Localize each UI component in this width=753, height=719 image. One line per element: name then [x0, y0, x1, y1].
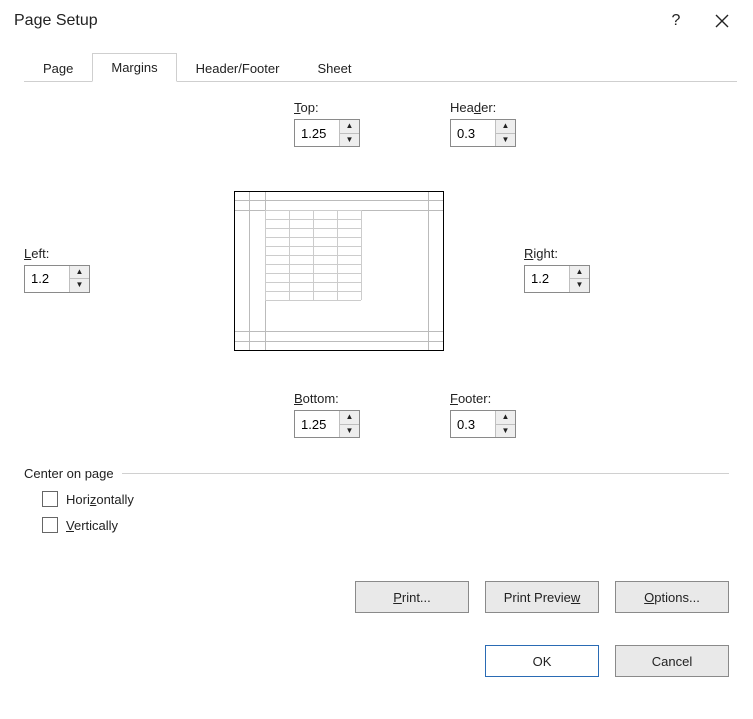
cancel-button[interactable]: Cancel: [615, 645, 729, 677]
label-left: Left:: [24, 246, 204, 261]
label-bottom: Bottom:: [294, 391, 360, 406]
checkbox-icon: [42, 517, 58, 533]
input-top[interactable]: [295, 120, 339, 146]
spin-top-down[interactable]: ▼: [340, 134, 359, 147]
print-preview-button[interactable]: Print Preview: [485, 581, 599, 613]
spin-header-up[interactable]: ▲: [496, 120, 515, 134]
input-left[interactable]: [25, 266, 69, 292]
tab-header-footer[interactable]: Header/Footer: [177, 54, 299, 82]
spin-left-down[interactable]: ▼: [70, 279, 89, 292]
tab-margins[interactable]: Margins: [92, 53, 176, 82]
spin-footer[interactable]: ▲▼: [450, 410, 516, 438]
check-vert-label: Vertically: [66, 518, 118, 533]
tab-sheet[interactable]: Sheet: [298, 54, 370, 82]
tab-bar: Page Margins Header/Footer Sheet: [24, 50, 737, 82]
check-vertically[interactable]: Vertically: [42, 517, 729, 533]
check-horizontally[interactable]: Horizontally: [42, 491, 729, 507]
spin-top[interactable]: ▲▼: [294, 119, 360, 147]
input-footer[interactable]: [451, 411, 495, 437]
input-header[interactable]: [451, 120, 495, 146]
center-legend: Center on page: [24, 466, 122, 481]
spin-footer-up[interactable]: ▲: [496, 411, 515, 425]
options-button[interactable]: Options...: [615, 581, 729, 613]
label-top: Top:: [294, 100, 360, 115]
label-header: Header:: [450, 100, 516, 115]
spin-right[interactable]: ▲▼: [524, 265, 590, 293]
input-right[interactable]: [525, 266, 569, 292]
spin-bottom[interactable]: ▲▼: [294, 410, 360, 438]
print-button[interactable]: Print...: [355, 581, 469, 613]
label-footer: Footer:: [450, 391, 516, 406]
spin-right-down[interactable]: ▼: [570, 279, 589, 292]
spin-header-down[interactable]: ▼: [496, 134, 515, 147]
spin-top-up[interactable]: ▲: [340, 120, 359, 134]
spin-header[interactable]: ▲▼: [450, 119, 516, 147]
spin-bottom-down[interactable]: ▼: [340, 425, 359, 438]
ok-button[interactable]: OK: [485, 645, 599, 677]
tab-page[interactable]: Page: [24, 54, 92, 82]
spin-left-up[interactable]: ▲: [70, 266, 89, 280]
spin-bottom-up[interactable]: ▲: [340, 411, 359, 425]
input-bottom[interactable]: [295, 411, 339, 437]
label-right: Right:: [524, 246, 729, 261]
margins-preview: [234, 191, 444, 351]
spin-left[interactable]: ▲▼: [24, 265, 90, 293]
checkbox-icon: [42, 491, 58, 507]
dialog-title: Page Setup: [14, 12, 653, 30]
check-horiz-label: Horizontally: [66, 492, 134, 507]
help-button[interactable]: ?: [653, 5, 699, 37]
spin-footer-down[interactable]: ▼: [496, 425, 515, 438]
spin-right-up[interactable]: ▲: [570, 266, 589, 280]
close-button[interactable]: [699, 5, 745, 37]
